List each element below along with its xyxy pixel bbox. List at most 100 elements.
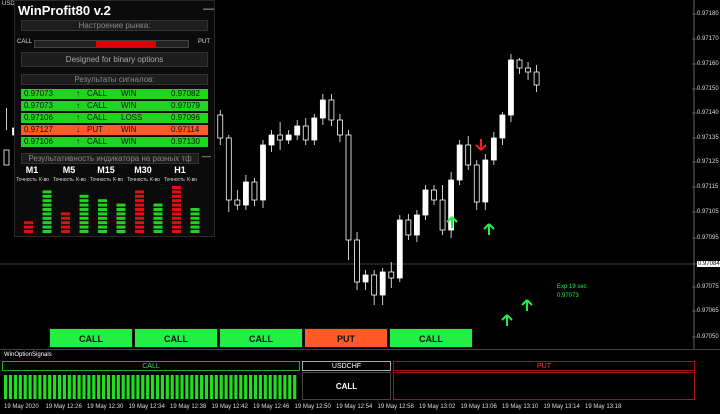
perf-bar-segment — [172, 212, 181, 216]
signal-close-price: 0.97130 — [171, 137, 200, 146]
perf-bar-segment — [79, 203, 89, 207]
call-strength-bar — [219, 375, 223, 399]
signal-button-4[interactable]: PUT — [304, 328, 388, 348]
call-strength-bar — [200, 375, 204, 399]
perf-label: Результативность индикатора на разных тф — [28, 154, 192, 163]
candle-body — [337, 119, 343, 136]
panel-title: WinProfit80 v.2 — [18, 3, 111, 18]
candle-body — [319, 99, 326, 119]
call-strength-bar — [106, 375, 111, 399]
candle-body — [345, 134, 352, 241]
perf-bar-segment — [153, 208, 163, 211]
price-tick: 0.97075 — [697, 284, 719, 290]
price-tick: 0.97125 — [697, 159, 719, 165]
market-mood-meter: CALL PUT — [15, 39, 216, 49]
candle-body — [354, 239, 360, 283]
perf-bar-segment — [135, 190, 144, 194]
perf-bar-segment — [190, 230, 200, 233]
signal-arrow-icon: ↓ — [76, 125, 80, 134]
winprofit-panel[interactable]: WinProfit80 v.2 — Настроение рынка: CALL… — [14, 0, 215, 237]
signal-close-price: 0.97096 — [171, 113, 200, 122]
call-strength-bar — [180, 375, 184, 399]
market-mood-header: Настроение рынка: — [21, 20, 208, 31]
time-tick: 19 May 13:18 — [585, 404, 622, 410]
candle-body — [525, 67, 531, 73]
perf-bar-segment — [135, 230, 144, 233]
time-tick: 19 May 2020 — [4, 404, 39, 410]
signal-button-2[interactable]: CALL — [134, 328, 218, 348]
perf-bar-segment — [24, 230, 33, 233]
signal-button-1[interactable]: CALL — [49, 328, 133, 348]
perf-bar-segment — [24, 221, 33, 225]
perf-bar-segment — [153, 221, 163, 225]
candle-body — [311, 117, 318, 141]
call-strength-bar — [253, 375, 258, 399]
perf-bar-segment — [172, 225, 181, 229]
buy-arrow-icon — [501, 314, 513, 326]
perf-bar-segment — [42, 221, 52, 225]
perf-bar-segment — [42, 208, 52, 211]
price-tick: 0.97115 — [697, 184, 719, 190]
candle-body — [396, 219, 403, 279]
signal-button-5[interactable]: CALL — [389, 328, 473, 348]
time-tick: 19 May 12:54 — [336, 404, 373, 410]
buy-arrow-icon — [483, 223, 495, 235]
perf-bar-segment — [79, 208, 89, 211]
call-strength-bar — [258, 375, 262, 399]
perf-bar-segment — [116, 230, 126, 233]
signal-close-price: 0.97079 — [171, 101, 200, 110]
time-tick: 19 May 12:30 — [87, 404, 124, 410]
signal-row: 0.97106 ↑ CALL WIN 0.97130 — [21, 137, 208, 147]
exp-label: Exp 19 sec — [557, 284, 587, 290]
perf-bar-segment — [116, 203, 126, 207]
perf-bar-segment — [98, 216, 107, 220]
price-tick: 0.97105 — [697, 209, 719, 215]
candle-body — [490, 137, 497, 161]
perf-bar-segment — [172, 208, 181, 211]
perf-bar-segment — [116, 212, 126, 216]
signal-entry-price: 0.97106 — [24, 137, 53, 146]
call-strength-bar — [92, 375, 96, 399]
signal-direction: CALL — [87, 113, 108, 122]
call-strength-bar — [155, 375, 160, 399]
call-signal-header: CALL — [2, 361, 300, 371]
perf-bar-segment — [98, 208, 107, 211]
perf-bar-segment — [135, 216, 144, 220]
candle-body — [328, 99, 335, 121]
candle-body — [473, 164, 480, 203]
candle-body — [413, 214, 420, 236]
candle-body — [302, 125, 309, 141]
timeframe-m5: M5 — [62, 165, 76, 175]
timeframe-m15: M15 — [97, 165, 115, 175]
candle-body — [277, 134, 284, 141]
perf-bar-segment — [116, 221, 126, 225]
signal-result: WIN — [121, 101, 137, 110]
signal-direction: CALL — [87, 101, 108, 110]
panel-minimize-button[interactable]: — — [203, 3, 214, 15]
call-strength-bar — [126, 375, 130, 399]
perf-bar-segment — [24, 225, 33, 229]
candle-body — [516, 59, 523, 69]
perf-minimize-button[interactable]: — — [202, 151, 211, 161]
perf-bar-segment — [42, 190, 52, 194]
call-strength-bar — [13, 375, 17, 399]
call-strength-bar — [175, 375, 179, 399]
perf-bar-segment — [153, 216, 163, 220]
signal-arrow-icon: ↑ — [76, 101, 80, 110]
perf-bar-segment — [172, 194, 181, 198]
perf-bar-segment — [172, 190, 181, 194]
timeframe-m1: M1 — [25, 165, 39, 175]
price-tick: 0.97150 — [697, 86, 719, 92]
mood-bar-fill — [96, 41, 156, 47]
pair-label: USDCHF — [331, 363, 362, 370]
signal-row: 0.97073 ↑ CALL WIN 0.97082 — [21, 89, 208, 99]
perf-bar-segment — [116, 216, 126, 220]
signal-button-3[interactable]: CALL — [219, 328, 303, 348]
perf-bar-segment — [172, 186, 181, 189]
call-strength-bar — [185, 375, 189, 399]
call-strength-bar — [8, 375, 13, 399]
call-strength-bar — [204, 375, 209, 399]
perf-bar-segment — [190, 225, 200, 229]
mood-call-label: CALL — [17, 39, 33, 45]
perf-bar-segment — [190, 212, 200, 216]
